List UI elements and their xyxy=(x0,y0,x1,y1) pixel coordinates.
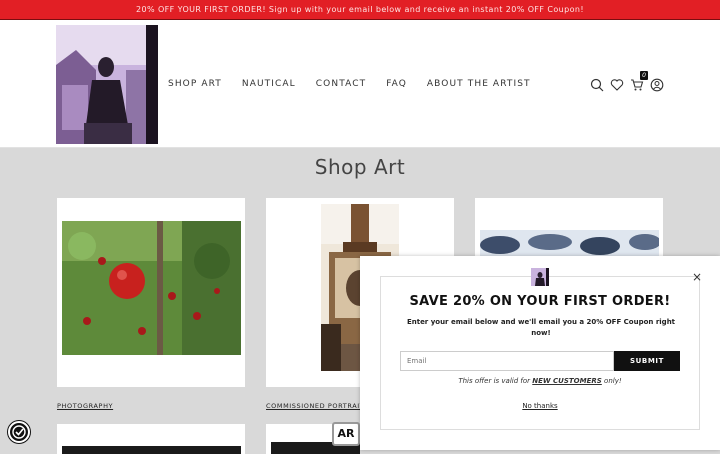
user-icon[interactable] xyxy=(650,77,664,92)
nav-faq[interactable]: FAQ xyxy=(386,79,407,89)
announcement-text: 20% OFF YOUR FIRST ORDER! Sign up with y… xyxy=(136,5,584,14)
heart-icon[interactable] xyxy=(610,77,624,91)
email-field[interactable] xyxy=(400,351,614,371)
accessibility-icon[interactable] xyxy=(8,421,30,443)
nav-shop-art[interactable]: SHOP ART xyxy=(168,79,222,89)
signup-popup: × SAVE 20% ON YOUR FIRST ORDER! Enter yo… xyxy=(360,256,720,450)
announcement-bar: 20% OFF YOUR FIRST ORDER! Sign up with y… xyxy=(0,0,720,20)
site-logo[interactable] xyxy=(56,25,158,144)
photography-image xyxy=(62,221,241,355)
no-thanks-link[interactable]: No thanks xyxy=(360,402,720,410)
category-link-photography[interactable]: PHOTOGRAPHY xyxy=(57,402,113,410)
cart-icon[interactable]: 0 xyxy=(630,71,648,91)
bottom-card-image-1 xyxy=(62,446,241,454)
page-title: Shop Art xyxy=(314,155,406,179)
submit-button[interactable]: SUBMIT xyxy=(614,351,680,371)
popup-heading: SAVE 20% ON YOUR FIRST ORDER! xyxy=(409,294,671,309)
cart-count-badge: 0 xyxy=(640,71,648,80)
category-card-seascape[interactable] xyxy=(475,198,663,260)
main-nav: SHOP ART NAUTICAL CONTACT FAQ ABOUT THE … xyxy=(168,79,551,89)
popup-subtext: Enter your email below and we'll email y… xyxy=(406,318,676,337)
site-header: SHOP ART NAUTICAL CONTACT FAQ ABOUT THE … xyxy=(0,20,720,148)
offer-emphasis: NEW CUSTOMERS xyxy=(532,377,602,385)
offer-note: This offer is valid for NEW CUSTOMERS on… xyxy=(458,377,622,385)
category-link-commissioned-portrait[interactable]: COMMISSIONED PORTRAIT xyxy=(266,402,364,410)
category-card-photography[interactable] xyxy=(57,198,245,387)
search-icon[interactable] xyxy=(590,77,604,92)
nav-nautical[interactable]: NAUTICAL xyxy=(242,79,296,89)
popup-logo xyxy=(531,268,549,286)
ar-logo: AR xyxy=(332,422,360,446)
nav-contact[interactable]: CONTACT xyxy=(316,79,366,89)
header-icons: 0 xyxy=(590,71,664,92)
close-icon[interactable]: × xyxy=(692,270,702,284)
nav-about-the-artist[interactable]: ABOUT THE ARTIST xyxy=(427,79,531,89)
